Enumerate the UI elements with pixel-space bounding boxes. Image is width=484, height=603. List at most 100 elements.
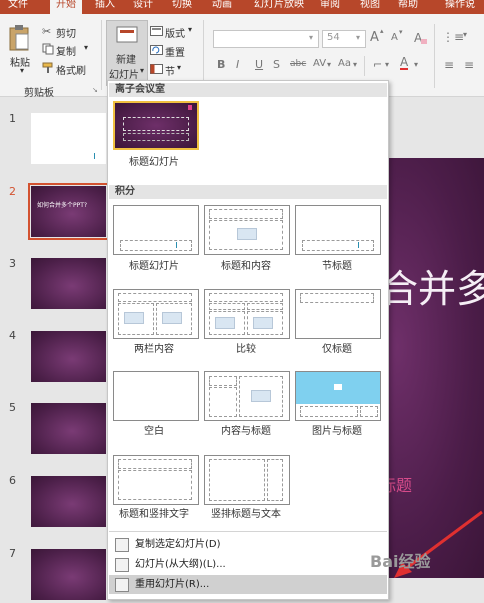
highlight-icon[interactable]: ⌐ <box>373 58 382 71</box>
tab-tell-me[interactable]: 操作说 <box>445 0 475 14</box>
accent-mark <box>188 105 192 110</box>
layout-blank[interactable] <box>113 371 199 421</box>
scissors-icon[interactable]: ✂ <box>42 25 51 38</box>
case-dropdown-icon[interactable]: ▾ <box>353 60 357 69</box>
clear-formatting-icon[interactable]: A <box>414 31 428 45</box>
chevron-down-icon: ▾ <box>356 33 361 42</box>
font-family-select[interactable]: ▾ <box>213 30 319 48</box>
new-slide-label-1: 新建 <box>116 55 136 66</box>
slide-number: 7 <box>9 547 16 560</box>
layout-two-content[interactable] <box>113 289 199 339</box>
layout-dropdown-icon[interactable]: ▾ <box>188 25 192 34</box>
layout-name: 标题和竖排文字 <box>119 509 189 520</box>
title-placeholder <box>118 459 192 469</box>
layout-vertical-title-text[interactable] <box>204 455 290 505</box>
bullets-dropdown-icon[interactable]: ▾ <box>463 30 467 39</box>
layout-title-vertical-text[interactable] <box>113 455 199 505</box>
tab-design[interactable]: 设计 <box>133 0 153 14</box>
paste-icon[interactable] <box>8 24 30 52</box>
bold-button[interactable]: B <box>217 58 225 71</box>
tab-transitions[interactable]: 切换 <box>172 0 192 14</box>
slide-thumbnail-3[interactable] <box>31 258 106 309</box>
tab-home[interactable]: 开始 <box>50 0 82 14</box>
strikethrough-button[interactable]: abc <box>290 59 306 69</box>
picture-icon <box>334 384 342 390</box>
cut-button[interactable]: 剪切 <box>56 25 76 40</box>
grow-font-button[interactable]: A <box>370 30 379 45</box>
duplicate-slide-icon <box>115 538 129 552</box>
change-case-button[interactable]: Aa <box>338 58 351 69</box>
title-placeholder <box>209 293 283 302</box>
tab-file[interactable]: 文件 <box>8 0 28 14</box>
tab-slideshow[interactable]: 幻灯片放映 <box>254 0 304 14</box>
layout-content-with-caption[interactable] <box>204 371 290 421</box>
layout-title-only[interactable] <box>295 289 381 339</box>
copy-dropdown-icon[interactable]: ▾ <box>84 43 88 52</box>
layout-icon[interactable] <box>150 26 163 36</box>
tab-animations[interactable]: 动画 <box>212 0 232 14</box>
slide-thumbnail-5[interactable] <box>31 403 106 454</box>
chevron-down-icon: ▾ <box>309 33 314 42</box>
shrink-font-button[interactable]: A <box>391 32 398 43</box>
layout-button[interactable]: 版式 <box>165 25 185 40</box>
paste-dropdown-icon[interactable]: ▾ <box>20 66 24 75</box>
tab-insert[interactable]: 插入 <box>95 0 115 14</box>
duplicate-slides-menu-item[interactable]: 复制选定幻灯片(D) <box>109 535 387 554</box>
new-slide-button[interactable]: 新建 幻灯片 ▾ <box>106 20 148 86</box>
slide-thumbnail-7[interactable] <box>31 549 106 600</box>
section-button[interactable]: 节 <box>165 63 175 78</box>
dialog-launcher-icon[interactable]: ↘ <box>92 86 98 94</box>
slide-thumbnail-1[interactable] <box>31 113 106 164</box>
shadow-button[interactable]: S <box>273 58 280 71</box>
content-icons <box>253 317 273 329</box>
copy-button[interactable]: 复制 <box>56 43 76 58</box>
layout-picture-with-caption[interactable] <box>295 371 381 421</box>
tab-view[interactable]: 视图 <box>360 0 380 14</box>
section-header-label: 积分 <box>115 186 135 197</box>
font-color-dropdown-icon[interactable]: ▾ <box>414 60 418 69</box>
slides-from-outline-menu-item[interactable]: 幻灯片(从大纲)(L)... <box>109 555 387 574</box>
new-slide-gallery: 离子会议室 标题幻灯片 积分 标题幻灯片 标题和内容 节标题 两栏内容 比较 仅… <box>107 80 389 600</box>
character-spacing-button[interactable]: AV <box>313 58 326 69</box>
bullets-icon[interactable]: ⋮≡ <box>442 30 464 44</box>
vertical-title-placeholder <box>267 459 283 501</box>
slide-title-text[interactable]: 合并多 <box>380 258 484 313</box>
content-icons <box>237 228 257 240</box>
pattern-banner <box>114 206 198 236</box>
layout-ion-title-slide[interactable] <box>113 101 199 150</box>
reset-button[interactable]: 重置 <box>165 44 185 59</box>
section-dropdown-icon[interactable]: ▾ <box>177 63 181 72</box>
layout-comparison[interactable] <box>204 289 290 339</box>
highlight-dropdown-icon[interactable]: ▾ <box>385 60 389 69</box>
title-placeholder <box>300 293 374 303</box>
layout-title-slide[interactable] <box>113 205 199 255</box>
layout-title-and-content[interactable] <box>204 205 290 255</box>
align-left-icon[interactable]: ≡ <box>444 58 454 72</box>
tab-help[interactable]: 帮助 <box>398 0 418 14</box>
italic-button[interactable]: I <box>236 58 239 71</box>
format-painter-icon[interactable] <box>42 62 54 74</box>
pattern-banner <box>296 206 380 236</box>
slide-thumbnail-6[interactable] <box>31 476 106 527</box>
format-painter-button[interactable]: 格式刷 <box>56 62 86 77</box>
reuse-slides-icon <box>115 578 129 592</box>
underline-button[interactable]: U <box>255 58 263 71</box>
font-color-button[interactable]: A <box>400 56 409 70</box>
slide-thumbnail-4[interactable] <box>31 331 106 382</box>
slide-thumbnail-2[interactable]: 如何合并多个PPT? <box>28 183 109 240</box>
align-center-icon[interactable]: ≡ <box>464 58 474 72</box>
caption-placeholder <box>209 387 237 417</box>
title-placeholder <box>118 293 192 302</box>
reset-icon[interactable] <box>150 45 163 55</box>
font-size-select[interactable]: 54 ▾ <box>322 30 366 48</box>
new-slide-icon <box>116 26 138 43</box>
left-heading-placeholder <box>209 303 245 310</box>
spacing-dropdown-icon[interactable]: ▾ <box>327 60 331 69</box>
section-icon[interactable] <box>150 64 163 74</box>
layout-section-header[interactable] <box>295 205 381 255</box>
tab-review[interactable]: 审阅 <box>320 0 340 14</box>
copy-icon[interactable] <box>42 43 54 55</box>
section-header-label: 离子会议室 <box>115 84 165 95</box>
reuse-slides-menu-item[interactable]: 重用幻灯片(R)... <box>109 575 387 594</box>
right-heading-placeholder <box>247 303 283 310</box>
